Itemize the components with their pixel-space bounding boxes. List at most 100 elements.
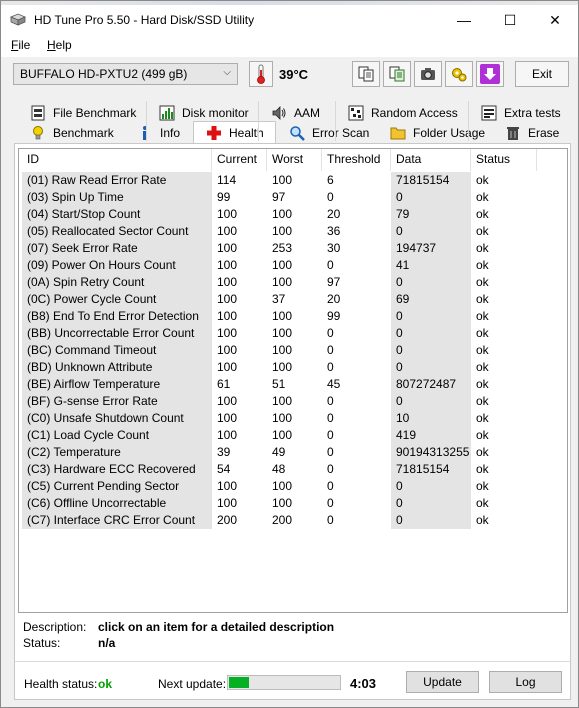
cell-threshold: 0 — [327, 326, 334, 340]
next-update-progress — [227, 675, 341, 690]
smart-attributes-table[interactable]: ID Current Worst Threshold Data Status (… — [18, 148, 568, 613]
table-row[interactable]: (BF) G-sense Error Rate 100 100 0 0 ok — [19, 393, 567, 410]
cell-threshold: 0 — [327, 258, 334, 272]
cell-status: ok — [476, 292, 489, 306]
table-row[interactable]: (0A) Spin Retry Count 100 100 97 0 ok — [19, 274, 567, 291]
cell-id: (09) Power On Hours Count — [22, 257, 212, 274]
table-row[interactable]: (C2) Temperature 39 49 0 90194313255 ok — [19, 444, 567, 461]
cell-threshold: 0 — [327, 190, 334, 204]
column-header-data[interactable]: Data — [391, 149, 471, 171]
table-row[interactable]: (C5) Current Pending Sector 100 100 0 0 ok — [19, 478, 567, 495]
column-header-id[interactable]: ID — [22, 149, 212, 171]
tab-disk-monitor[interactable]: Disk monitor — [159, 103, 249, 123]
options-button[interactable] — [445, 61, 473, 87]
tab-info-label: Info — [160, 126, 181, 140]
cell-threshold: 0 — [327, 428, 334, 442]
status-label: Status: — [23, 636, 61, 650]
table-row[interactable]: (0C) Power Cycle Count 100 37 20 69 ok — [19, 291, 567, 308]
tab-folder-usage[interactable]: Folder Usage — [390, 123, 485, 143]
download-button[interactable] — [476, 61, 504, 87]
chevron-down-icon: ⌵ — [223, 67, 231, 78]
hdtune-app-icon — [9, 13, 27, 27]
tab-aam[interactable]: AAM — [271, 103, 320, 123]
tab-benchmark[interactable]: Benchmark — [30, 123, 114, 143]
cell-id: (BC) Command Timeout — [22, 342, 212, 359]
tab-error-scan[interactable]: Error Scan — [289, 123, 369, 143]
update-button[interactable]: Update — [406, 671, 479, 693]
cell-current: 100 — [217, 292, 238, 306]
maximize-button[interactable]: ☐ — [487, 5, 533, 35]
tab-health[interactable]: Health — [193, 121, 276, 143]
table-row[interactable]: (C3) Hardware ECC Recovered 54 48 0 71815154… — [19, 461, 567, 478]
cell-worst: 49 — [272, 445, 286, 459]
tab-random-access[interactable]: Random Access — [348, 103, 458, 123]
cell-worst: 100 — [272, 258, 293, 272]
cell-id: (0A) Spin Retry Count — [22, 274, 212, 291]
cell-threshold: 99 — [327, 309, 341, 323]
tab-erase[interactable]: Erase — [505, 123, 559, 143]
table-row[interactable]: (09) Power On Hours Count 100 100 0 41 ok — [19, 257, 567, 274]
table-row[interactable]: (C7) Interface CRC Error Count 200 200 0 0 ok — [19, 512, 567, 529]
tab-folder-usage-label: Folder Usage — [413, 126, 486, 140]
exit-button[interactable]: Exit — [515, 61, 569, 87]
cell-threshold: 0 — [327, 394, 334, 408]
cell-worst: 100 — [272, 496, 293, 510]
table-row[interactable]: (03) Spin Up Time 99 97 0 0 ok — [19, 189, 567, 206]
column-header-status[interactable]: Status — [471, 149, 537, 171]
speaker-icon — [272, 106, 286, 120]
cell-data: 0 — [391, 223, 471, 240]
cell-id: (C0) Unsafe Shutdown Count — [22, 410, 212, 427]
cell-current: 54 — [217, 462, 231, 476]
close-button[interactable]: ✕ — [532, 5, 578, 35]
column-header-current[interactable]: Current — [212, 149, 267, 171]
cell-status: ok — [476, 173, 489, 187]
table-row[interactable]: (C1) Load Cycle Count 100 100 0 419 ok — [19, 427, 567, 444]
drive-select-value: BUFFALO HD-PXTU2 (499 gB) — [20, 67, 188, 81]
copy-all-button[interactable] — [383, 61, 411, 87]
menu-help[interactable]: Help — [47, 38, 72, 52]
cell-threshold: 97 — [327, 275, 341, 289]
cell-id: (C3) Hardware ECC Recovered — [22, 461, 212, 478]
cell-worst: 48 — [272, 462, 286, 476]
cell-data: 69 — [391, 291, 471, 308]
cell-current: 100 — [217, 275, 238, 289]
tab-extra-tests[interactable]: Extra tests — [481, 103, 561, 123]
tab-file-benchmark[interactable]: File Benchmark — [30, 103, 136, 123]
table-row[interactable]: (05) Reallocated Sector Count 100 100 36 0 ok — [19, 223, 567, 240]
tab-info[interactable]: Info — [137, 123, 180, 143]
table-row[interactable]: (01) Raw Read Error Rate 114 100 6 71815154 o… — [19, 172, 567, 189]
table-row[interactable]: (B8) End To End Error Detection 100 100 99 0… — [19, 308, 567, 325]
cell-status: ok — [476, 241, 489, 255]
copy-button[interactable] — [352, 61, 380, 87]
table-row[interactable]: (BB) Uncorrectable Error Count 100 100 0 0 ok — [19, 325, 567, 342]
table-row[interactable]: (BD) Unknown Attribute 100 100 0 0 ok — [19, 359, 567, 376]
cell-id: (BF) G-sense Error Rate — [22, 393, 212, 410]
cell-id: (C7) Interface CRC Error Count — [22, 512, 212, 529]
table-row[interactable]: (04) Start/Stop Count 100 100 20 79 ok — [19, 206, 567, 223]
cell-worst: 100 — [272, 309, 293, 323]
column-header-worst[interactable]: Worst — [267, 149, 322, 171]
table-row[interactable]: (07) Seek Error Rate 100 253 30 194737 ok — [19, 240, 567, 257]
cell-status: ok — [476, 224, 489, 238]
cell-threshold: 30 — [327, 241, 341, 255]
column-header-threshold[interactable]: Threshold — [322, 149, 391, 171]
temperature-button[interactable] — [249, 61, 273, 87]
table-row[interactable]: (BE) Airflow Temperature 61 51 45 807272487 o… — [19, 376, 567, 393]
cell-current: 100 — [217, 360, 238, 374]
cell-worst: 100 — [272, 360, 293, 374]
cell-worst: 253 — [272, 241, 293, 255]
table-row[interactable]: (C6) Offline Uncorrectable 100 100 0 0 ok — [19, 495, 567, 512]
cell-data: 807272487 — [391, 376, 471, 393]
menu-file[interactable]: File — [11, 38, 30, 52]
log-button[interactable]: Log — [489, 671, 562, 693]
cell-current: 100 — [217, 326, 238, 340]
screenshot-button[interactable] — [414, 61, 442, 87]
cell-current: 100 — [217, 224, 238, 238]
table-row[interactable]: (BC) Command Timeout 100 100 0 0 ok — [19, 342, 567, 359]
drive-select[interactable]: BUFFALO HD-PXTU2 (499 gB) ⌵ — [13, 63, 238, 85]
cell-data: 0 — [391, 478, 471, 495]
cell-worst: 100 — [272, 224, 293, 238]
minimize-button[interactable]: — — [441, 5, 487, 35]
table-row[interactable]: (C0) Unsafe Shutdown Count 100 100 0 10 ok — [19, 410, 567, 427]
cell-id: (BE) Airflow Temperature — [22, 376, 212, 393]
